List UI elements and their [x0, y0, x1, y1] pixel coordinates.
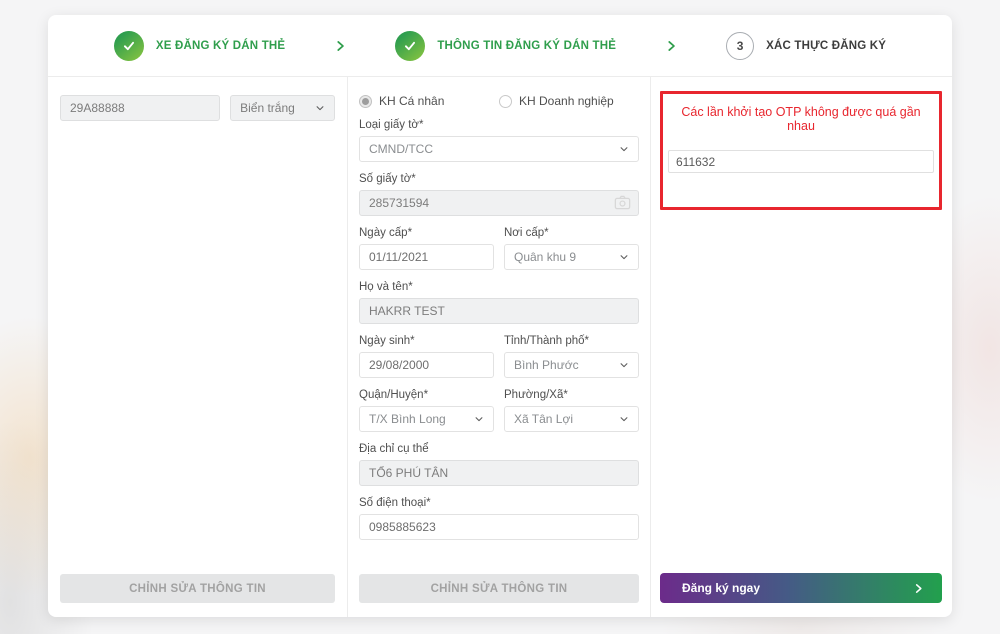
chevron-down-icon — [620, 417, 628, 422]
province-select[interactable]: Bình Phước — [504, 352, 639, 378]
check-icon — [395, 30, 426, 61]
address-label: Địa chỉ cụ thể — [359, 443, 429, 455]
step-verify-label: XÁC THỰC ĐĂNG KÝ — [766, 39, 887, 52]
customer-column: KH Cá nhân KH Doanh nghiệp Loại giấy tờ*… — [348, 77, 651, 617]
radio-business[interactable]: KH Doanh nghiệp — [499, 94, 639, 108]
fullname-input[interactable] — [359, 298, 639, 324]
chevron-down-icon — [316, 106, 324, 111]
step-verify: 3 XÁC THỰC ĐĂNG KÝ — [726, 31, 887, 60]
ward-select[interactable]: Xã Tân Lợi — [504, 406, 639, 432]
district-value: T/X Bình Long — [369, 412, 446, 426]
edit-customer-button[interactable]: CHỈNH SỬA THÔNG TIN — [359, 574, 639, 603]
ward-value: Xã Tân Lợi — [514, 412, 574, 426]
otp-column: Các lần khởi tạo OTP không được quá gần … — [651, 77, 952, 617]
vehicle-column: Biển trắng CHỈNH SỬA THÔNG TIN — [48, 77, 348, 617]
dob-input[interactable] — [359, 352, 494, 378]
chevron-down-icon — [620, 255, 628, 260]
chevron-down-icon — [620, 147, 628, 152]
issue-date-label: Ngày cấp* — [359, 227, 413, 239]
otp-warning-text: Các lần khởi tạo OTP không được quá gần … — [681, 105, 921, 133]
issue-place-value: Quân khu 9 — [514, 250, 577, 264]
form-body: Biển trắng CHỈNH SỬA THÔNG TIN KH Cá nhâ… — [48, 77, 952, 617]
edit-vehicle-button[interactable]: CHỈNH SỬA THÔNG TIN — [60, 574, 335, 603]
otp-alert-box: Các lần khởi tạo OTP không được quá gần … — [660, 91, 942, 210]
register-now-button[interactable]: Đăng ký ngay — [660, 573, 942, 603]
customer-type-radio-group: KH Cá nhân KH Doanh nghiệp — [359, 94, 639, 108]
stepper: XE ĐĂNG KÝ DÁN THẺ THÔNG TIN ĐĂNG KÝ DÁN… — [48, 15, 952, 77]
district-label: Quận/Huyện* — [359, 389, 429, 401]
province-value: Bình Phước — [514, 358, 579, 372]
radio-business-label: KH Doanh nghiệp — [519, 94, 614, 108]
step-info[interactable]: THÔNG TIN ĐĂNG KÝ DÁN THẺ — [395, 30, 617, 61]
fullname-label: Họ và tên* — [359, 281, 413, 293]
ward-label: Phường/Xã* — [504, 389, 568, 401]
phone-input[interactable] — [359, 514, 639, 540]
radio-personal-label: KH Cá nhân — [379, 94, 445, 108]
doc-number-input[interactable] — [359, 190, 639, 216]
radio-selected-icon — [359, 94, 372, 108]
dob-label: Ngày sinh* — [359, 335, 415, 347]
issue-place-label: Nơi cấp* — [504, 227, 549, 239]
radio-personal[interactable]: KH Cá nhân — [359, 94, 499, 108]
doc-type-value: CMND/TCC — [369, 142, 433, 156]
plate-type-select[interactable]: Biển trắng — [230, 95, 335, 121]
step-number-badge: 3 — [726, 31, 755, 60]
province-label: Tỉnh/Thành phố* — [504, 335, 590, 347]
register-now-label: Đăng ký ngay — [682, 581, 761, 595]
plate-number-input[interactable] — [60, 95, 221, 121]
phone-label: Số điện thoại* — [359, 497, 431, 509]
check-icon — [113, 30, 144, 61]
otp-code-input[interactable] — [668, 150, 934, 173]
step-vehicle[interactable]: XE ĐĂNG KÝ DÁN THẺ — [113, 30, 286, 61]
doc-type-label: Loại giấy tờ* — [359, 119, 424, 131]
radio-unselected-icon — [499, 94, 512, 108]
doc-number-label: Số giấy tờ* — [359, 173, 416, 185]
registration-card: XE ĐĂNG KÝ DÁN THẺ THÔNG TIN ĐĂNG KÝ DÁN… — [48, 15, 952, 617]
district-select[interactable]: T/X Bình Long — [359, 406, 494, 432]
chevron-right-icon — [664, 39, 678, 53]
camera-icon — [614, 195, 631, 210]
step-info-label: THÔNG TIN ĐĂNG KÝ DÁN THẺ — [437, 39, 617, 52]
chevron-down-icon — [475, 417, 483, 422]
issue-place-select[interactable]: Quân khu 9 — [504, 244, 639, 270]
step-vehicle-label: XE ĐĂNG KÝ DÁN THẺ — [155, 39, 286, 52]
doc-type-select[interactable]: CMND/TCC — [359, 136, 639, 162]
chevron-down-icon — [620, 363, 628, 368]
chevron-right-icon — [333, 39, 347, 53]
issue-date-input[interactable] — [359, 244, 494, 270]
chevron-right-icon — [915, 583, 922, 593]
address-input[interactable] — [359, 460, 639, 486]
plate-type-value: Biển trắng — [240, 101, 295, 115]
